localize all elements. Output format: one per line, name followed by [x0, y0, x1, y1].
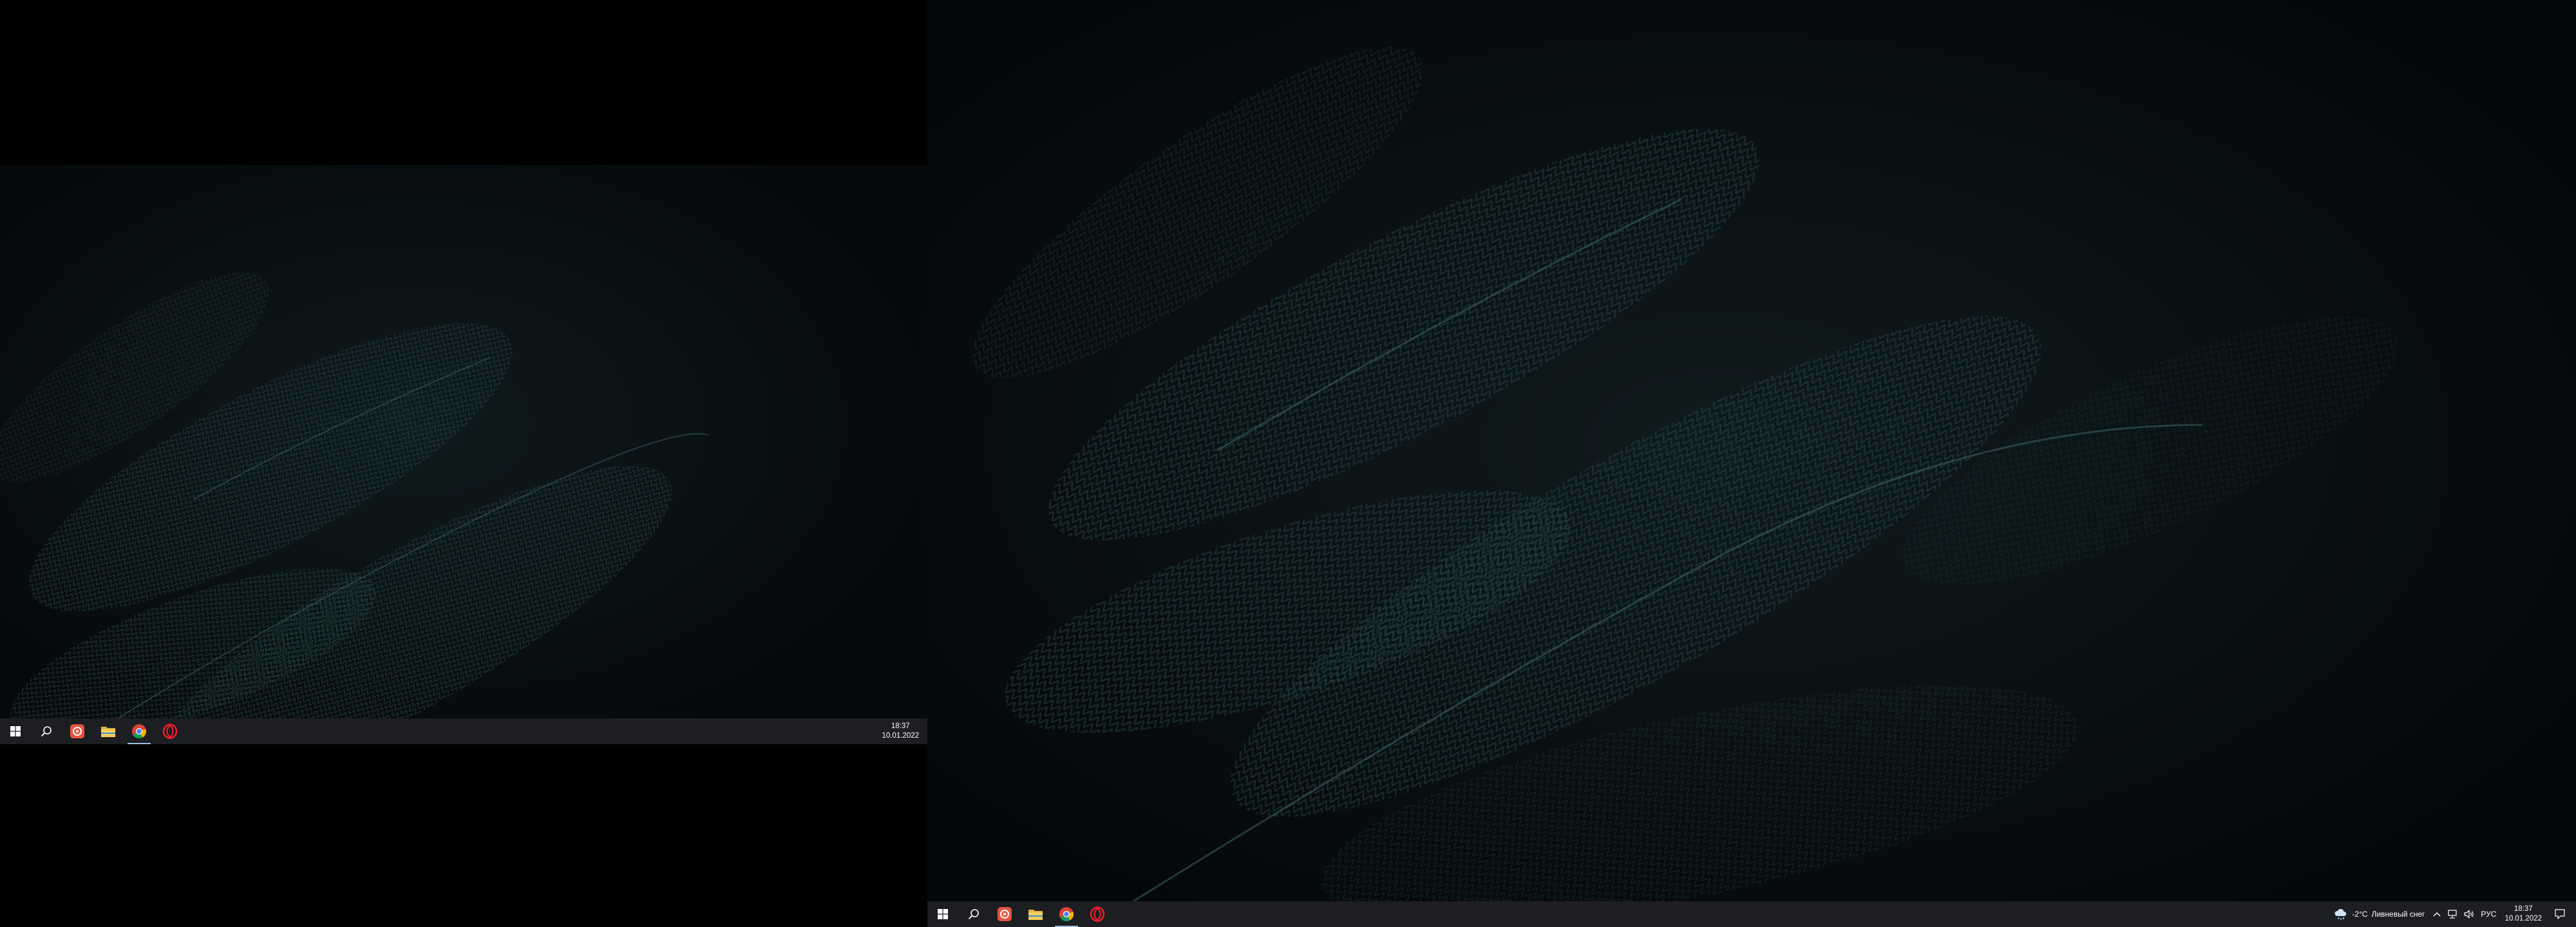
file-explorer-button[interactable] [93, 718, 124, 744]
start-button[interactable] [927, 901, 958, 927]
opera-icon [162, 724, 178, 739]
weather-temperature: -2°C [2352, 910, 2368, 919]
file-explorer-button[interactable] [1020, 901, 1051, 927]
fern-wallpaper-image [927, 0, 2576, 927]
app-red-icon-button[interactable] [62, 718, 93, 744]
weather-widget[interactable]: -2°C Ливневый снег [2329, 901, 2430, 927]
clock-date: 10.01.2022 [882, 732, 919, 740]
action-center-icon [2555, 909, 2565, 919]
monitor-right: -2°C Ливневый снег РУС 18:37 10.01.2022 [927, 0, 2576, 927]
chevron-up-icon [2433, 912, 2441, 917]
clock-time: 18:37 [891, 722, 910, 730]
red-square-app-icon [70, 724, 84, 738]
taskbar-clock[interactable]: 18:37 10.01.2022 [2499, 901, 2547, 927]
chrome-icon [1059, 907, 1074, 921]
opera-button[interactable] [155, 718, 185, 744]
desktop-wallpaper[interactable] [0, 165, 927, 744]
opera-button[interactable] [1082, 901, 1113, 927]
fern-wallpaper-image [0, 165, 927, 744]
opera-icon [1090, 906, 1105, 922]
folder-icon [1028, 910, 1043, 920]
system-tray: -2°C Ливневый снег РУС 18:37 10.01.2022 [2329, 901, 2576, 927]
app-red-icon-button[interactable] [989, 901, 1020, 927]
windows-logo-icon [938, 909, 948, 919]
chrome-icon [132, 724, 147, 738]
show-hidden-icons-button[interactable] [2430, 901, 2444, 927]
network-icon [2448, 910, 2458, 919]
windows-logo-icon [10, 726, 21, 736]
input-language-label: РУС [2481, 910, 2497, 919]
network-button[interactable] [2444, 901, 2461, 927]
chrome-button[interactable] [1051, 901, 1082, 927]
cloud-snow-icon [2334, 908, 2347, 920]
start-button[interactable] [0, 718, 31, 744]
search-button[interactable] [958, 901, 989, 927]
search-button[interactable] [31, 718, 62, 744]
taskbar: -2°C Ливневый снег РУС 18:37 10.01.2022 [927, 901, 2576, 927]
desktop-wallpaper[interactable] [927, 0, 2576, 927]
search-icon [41, 726, 52, 737]
input-language-button[interactable]: РУС [2477, 901, 2499, 927]
clock-time: 18:37 [2514, 905, 2533, 913]
action-center-button[interactable] [2547, 901, 2573, 927]
red-square-app-icon [998, 907, 1012, 921]
taskbar-clock[interactable]: 18:37 10.01.2022 [876, 718, 924, 744]
folder-icon [101, 727, 115, 737]
taskbar: 18:37 10.01.2022 [0, 718, 927, 744]
show-desktop-strip[interactable] [2573, 901, 2576, 927]
volume-icon [2464, 910, 2474, 919]
clock-date: 10.01.2022 [2505, 915, 2542, 922]
monitor-left: 18:37 10.01.2022 [0, 165, 927, 744]
chrome-button[interactable] [124, 718, 155, 744]
search-icon [968, 909, 979, 920]
volume-button[interactable] [2461, 901, 2477, 927]
weather-condition: Ливневый снег [2371, 910, 2425, 919]
